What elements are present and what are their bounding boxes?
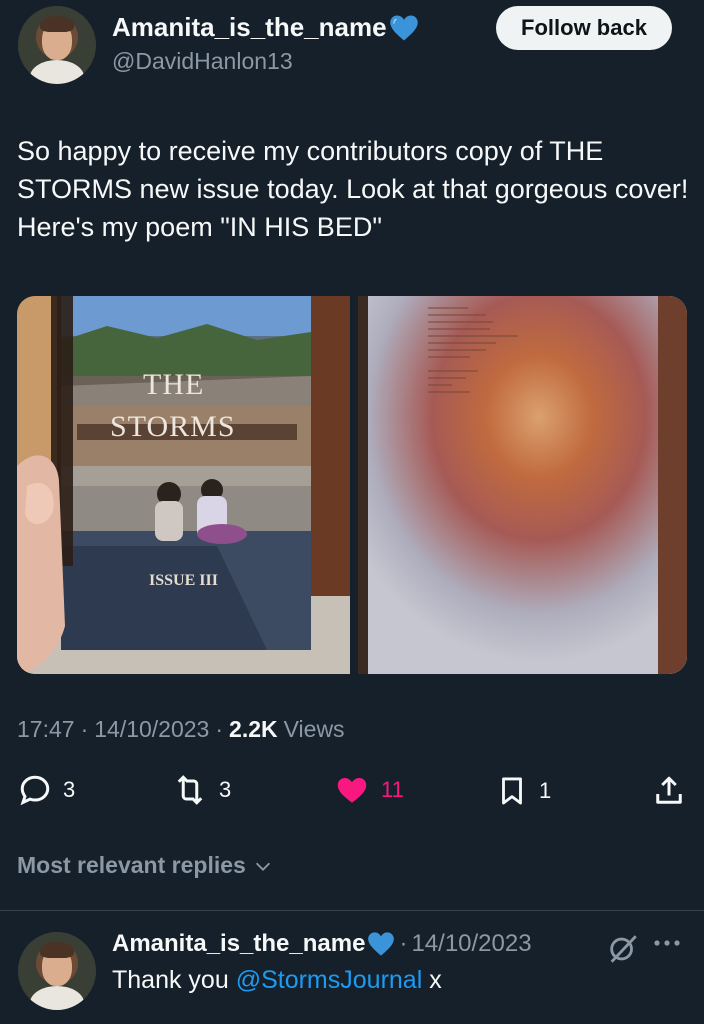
tweet-header: Amanita_is_the_name @DavidHanlon13 Follo… <box>0 0 704 100</box>
share-icon <box>656 776 682 804</box>
reply-button[interactable]: 3 <box>17 772 75 808</box>
cover-title-the: THE <box>143 368 205 401</box>
reply-separator: · <box>399 930 408 957</box>
divider <box>0 910 704 911</box>
author-display-name[interactable]: Amanita_is_the_name <box>112 12 387 43</box>
reply-author-row: Amanita_is_the_name · 14/10/2023 <box>112 930 532 958</box>
like-count: 11 <box>381 777 404 802</box>
tweet-meta: 17:47 · 14/10/2023 · 2.2K Views <box>17 716 345 743</box>
reply-text-suffix: x <box>429 966 442 994</box>
replies-sort-dropdown[interactable]: Most relevant replies <box>17 852 274 879</box>
author-handle[interactable]: @DavidHanlon13 <box>112 48 293 75</box>
reply-avatar[interactable] <box>18 932 96 1010</box>
photo-book-cover[interactable]: THE STORMS ISSUE III <box>17 296 350 674</box>
photo-poem-page[interactable] <box>358 296 687 674</box>
bookmark-icon <box>502 777 522 805</box>
views-label[interactable]: Views <box>284 716 345 743</box>
chevron-down-icon <box>255 862 270 871</box>
like-button[interactable]: 11 <box>333 772 404 808</box>
blue-heart-icon <box>368 932 395 956</box>
reply-count: 3 <box>63 777 76 802</box>
grok-icon[interactable] <box>606 932 640 966</box>
reply-mention-link[interactable]: @StormsJournal <box>236 966 423 994</box>
bookmark-count: 1 <box>539 778 552 803</box>
avatar[interactable] <box>18 6 96 84</box>
share-button[interactable] <box>651 772 687 810</box>
tweet-actions: 3 3 11 1 <box>17 772 689 816</box>
heart-icon <box>337 778 367 803</box>
repost-icon <box>177 775 203 805</box>
author-name-row[interactable]: Amanita_is_the_name <box>112 12 419 43</box>
meta-separator: · <box>80 716 89 742</box>
views-count[interactable]: 2.2K <box>229 716 278 743</box>
bookmark-button[interactable]: 1 <box>495 772 551 810</box>
more-icon[interactable] <box>652 938 682 948</box>
reply-date[interactable]: 14/10/2023 <box>411 930 531 958</box>
repost-count: 3 <box>219 777 232 802</box>
cover-title-storms: STORMS <box>110 410 236 443</box>
tweet-media[interactable]: THE STORMS ISSUE III <box>17 296 687 674</box>
reply-text: Thank you @StormsJournal x <box>112 966 442 995</box>
meta-separator: · <box>215 716 224 742</box>
tweet-text: So happy to receive my contributors copy… <box>17 136 689 242</box>
tweet-time[interactable]: 17:47 <box>17 716 75 743</box>
cover-issue: ISSUE III <box>149 572 218 589</box>
reply-bubble-icon <box>20 775 50 806</box>
replies-sort-label: Most relevant replies <box>17 852 246 878</box>
follow-back-button[interactable]: Follow back <box>496 6 672 50</box>
reply-item[interactable]: Amanita_is_the_name · 14/10/2023 Thank y… <box>0 920 704 1024</box>
tweet-date[interactable]: 14/10/2023 <box>94 716 209 743</box>
reply-text-prefix: Thank you <box>112 966 229 994</box>
blue-heart-icon <box>389 15 418 40</box>
reply-author-name[interactable]: Amanita_is_the_name <box>112 930 365 958</box>
repost-button[interactable]: 3 <box>171 772 231 808</box>
